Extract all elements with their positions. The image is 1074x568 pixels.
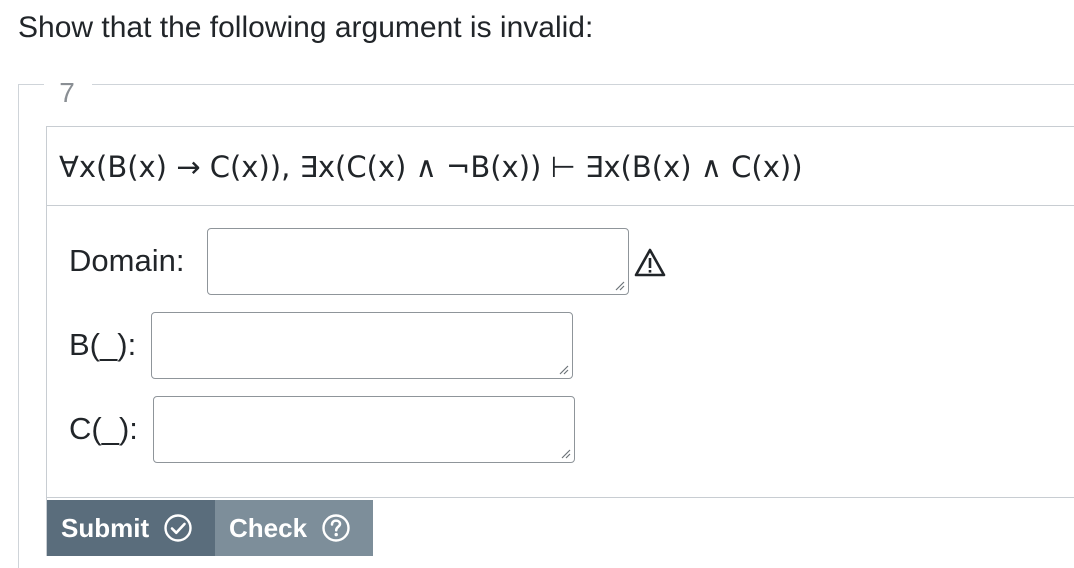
frame-border-top-left <box>18 84 44 85</box>
prompt-heading: Show that the following argument is inva… <box>18 11 594 44</box>
question-number: 7 <box>59 77 75 108</box>
b-predicate-label: B(_): <box>69 327 137 362</box>
argument-formula: ∀x(B(x) → C(x)), ∃x(C(x) ∧ ¬B(x)) ⊢ ∃x(B… <box>59 150 803 184</box>
c-predicate-field[interactable] <box>153 396 575 463</box>
question-circle-icon <box>321 513 351 543</box>
check-button[interactable]: Check <box>215 500 373 556</box>
c-predicate-label: C(_): <box>69 411 138 446</box>
resize-grip-icon[interactable] <box>557 363 569 375</box>
resize-grip-icon[interactable] <box>559 447 571 459</box>
divider <box>47 497 1074 498</box>
warning-triangle-icon <box>634 248 666 277</box>
check-circle-icon <box>163 513 193 543</box>
frame-border-top-right <box>92 84 1074 85</box>
submit-button-label: Submit <box>61 512 150 543</box>
submit-button[interactable]: Submit <box>47 500 215 556</box>
domain-label: Domain: <box>69 243 185 278</box>
resize-grip-icon[interactable] <box>613 279 625 291</box>
button-bar: Submit Check <box>47 500 373 556</box>
frame-border-left <box>18 84 19 568</box>
divider <box>47 205 1074 206</box>
check-button-label: Check <box>229 512 308 543</box>
b-predicate-field[interactable] <box>151 312 573 379</box>
domain-field[interactable] <box>207 228 629 295</box>
question-card: ∀x(B(x) → C(x)), ∃x(C(x) ∧ ¬B(x)) ⊢ ∃x(B… <box>46 126 1074 556</box>
